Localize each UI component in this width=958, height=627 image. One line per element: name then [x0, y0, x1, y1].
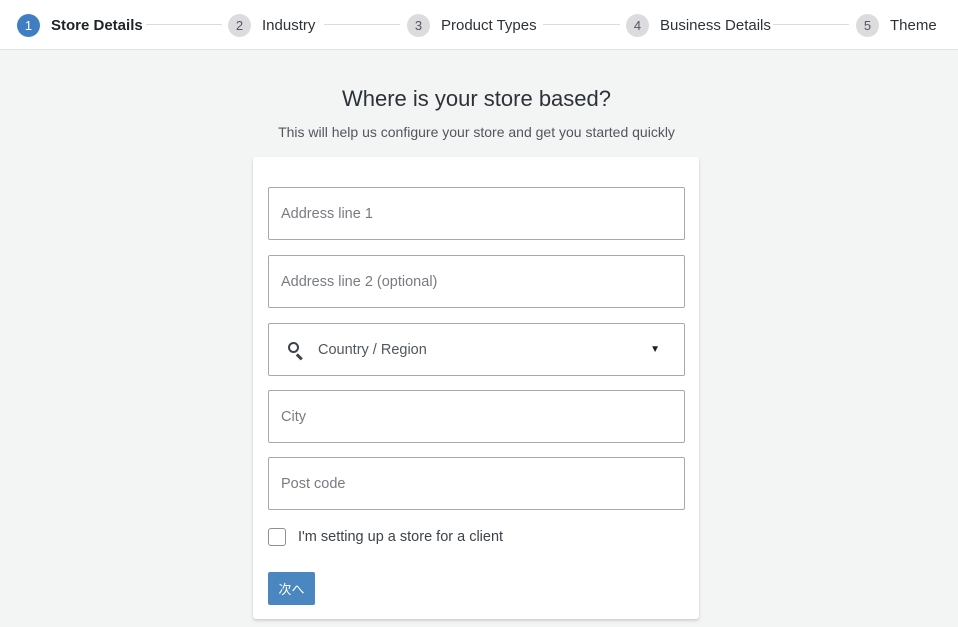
- step-connector: [146, 24, 222, 25]
- client-store-checkbox[interactable]: [268, 528, 286, 546]
- step-product-types[interactable]: 3 Product Types: [407, 13, 537, 37]
- step-number: 1: [17, 13, 40, 37]
- page-title: Where is your store based?: [341, 86, 612, 111]
- country-region-select[interactable]: Country / Region ▼: [268, 323, 685, 376]
- client-store-label: I'm setting up a store for a client: [298, 529, 504, 545]
- next-button[interactable]: 次へ: [268, 572, 315, 605]
- store-address-card: Country / Region ▼ I'm setting up a stor…: [253, 157, 699, 619]
- post-code-field[interactable]: [268, 457, 685, 510]
- setup-stepper: 1 Store Details 2 Industry 3 Product Typ…: [0, 0, 958, 50]
- address-line-2-field[interactable]: [268, 255, 685, 308]
- step-number: 3: [407, 13, 430, 37]
- step-connector: [543, 24, 620, 25]
- address-line-1-field[interactable]: [268, 187, 685, 240]
- step-number: 5: [856, 13, 879, 37]
- city-field[interactable]: [268, 390, 685, 443]
- step-label: Theme: [890, 16, 937, 34]
- address-line-2-input[interactable]: [269, 256, 684, 307]
- step-label: Industry: [262, 16, 316, 34]
- chevron-down-icon: ▼: [650, 344, 660, 355]
- step-business-details[interactable]: 4 Business Details: [626, 13, 771, 37]
- address-line-1-input[interactable]: [269, 188, 684, 239]
- step-label: Product Types: [441, 16, 537, 34]
- post-code-input[interactable]: [269, 458, 684, 509]
- step-label: Store Details: [51, 16, 143, 34]
- country-region-label: Country / Region: [318, 341, 427, 358]
- step-number: 2: [228, 13, 251, 37]
- step-industry[interactable]: 2 Industry: [228, 13, 315, 37]
- search-icon: [287, 341, 305, 360]
- step-number: 4: [626, 13, 649, 37]
- page-subtitle: This will help us configure your store a…: [278, 124, 675, 140]
- step-connector: [324, 24, 400, 25]
- city-input[interactable]: [269, 391, 684, 442]
- client-store-option[interactable]: I'm setting up a store for a client: [268, 528, 503, 546]
- step-theme[interactable]: 5 Theme: [856, 13, 937, 37]
- step-connector: [773, 24, 849, 25]
- step-store-details[interactable]: 1 Store Details: [17, 13, 143, 37]
- step-label: Business Details: [660, 16, 771, 34]
